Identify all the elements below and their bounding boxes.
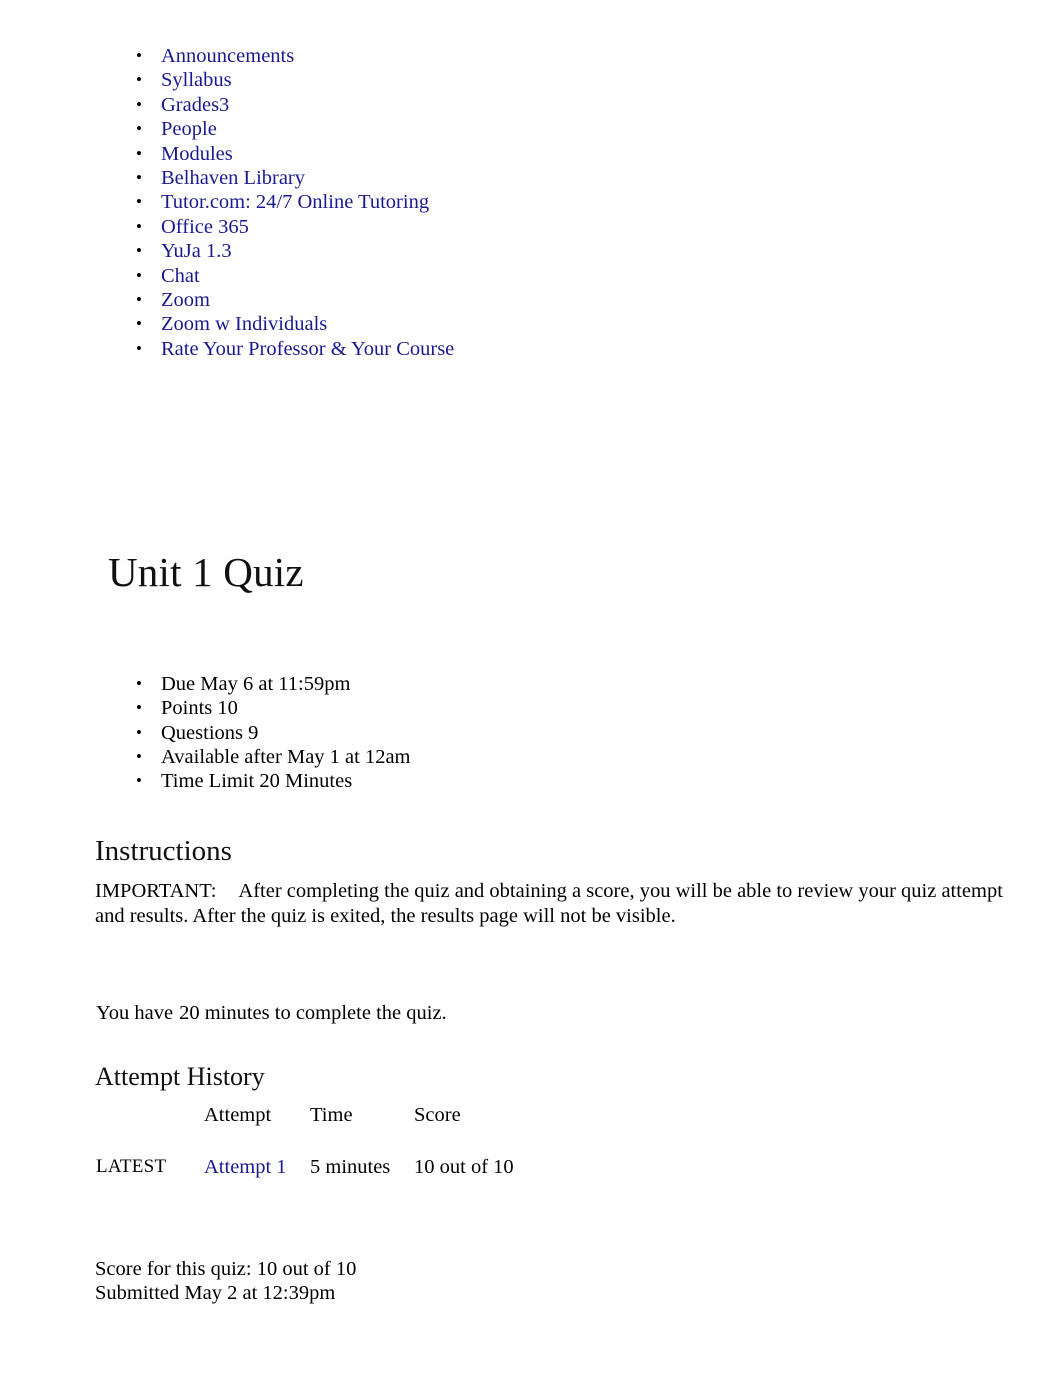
page-title: Unit 1 Quiz	[108, 549, 304, 595]
quiz-submitted-line: Submitted May 2 at 12:39pm	[95, 1282, 336, 1304]
time-limit-note: You have 20 minutes to complete the quiz.	[96, 1001, 447, 1026]
attempt-table-body: LATEST Attempt 1 5 minutes 10 out of 10	[96, 1129, 574, 1181]
nav-link-rate-professor[interactable]: Rate Your Professor & Your Course	[161, 338, 454, 360]
nav-link-yuja[interactable]: YuJa 1.3	[161, 240, 232, 262]
attempt-link[interactable]: Attempt 1	[204, 1156, 287, 1178]
column-header-attempt: Attempt	[204, 1104, 272, 1126]
nav-link-office-365[interactable]: Office 365	[161, 216, 249, 238]
quiz-meta-time-limit: Time Limit 20 Minutes	[96, 769, 796, 794]
spacer-cell-4	[414, 1129, 574, 1153]
attempt-history-heading: Attempt History	[95, 1062, 265, 1091]
nav-item-office-365[interactable]: Office 365	[96, 215, 796, 240]
spacer-cell-3	[310, 1129, 414, 1153]
nav-item-modules[interactable]: Modules	[96, 142, 796, 167]
instructions-heading: Instructions	[95, 835, 232, 867]
table-row: LATEST Attempt 1 5 minutes 10 out of 10	[96, 1153, 574, 1181]
nav-item-chat[interactable]: Chat	[96, 264, 796, 289]
time-note-suffix: to complete the quiz.	[274, 1002, 447, 1024]
quiz-result-summary: Score for this quiz: 10 out of 10 Submit…	[95, 1257, 356, 1305]
quiz-score-line: Score for this quiz: 10 out of 10	[95, 1258, 357, 1280]
quiz-meta-due: Due May 6 at 11:59pm	[96, 672, 796, 697]
nav-link-chat[interactable]: Chat	[161, 265, 200, 287]
quiz-meta-questions: Questions 9	[96, 721, 796, 746]
nav-link-zoom-individuals[interactable]: Zoom w Individuals	[161, 313, 327, 335]
nav-link-announcements[interactable]: Announcements	[161, 45, 294, 67]
nav-item-grades[interactable]: Grades3	[96, 93, 796, 118]
nav-link-modules[interactable]: Modules	[161, 143, 233, 165]
nav-item-yuja[interactable]: YuJa 1.3	[96, 239, 796, 264]
attempt-kept-badge: LATEST	[96, 1156, 167, 1177]
nav-item-zoom-individuals[interactable]: Zoom w Individuals	[96, 312, 796, 337]
nav-item-syllabus[interactable]: Syllabus	[96, 68, 796, 93]
attempt-table-header-row: Attempt Time Score	[96, 1101, 574, 1129]
nav-item-people[interactable]: People	[96, 117, 796, 142]
quiz-results-page: Announcements Syllabus Grades3 People Mo…	[0, 0, 1062, 1376]
instructions-important-label: IMPORTANT:	[95, 880, 217, 902]
time-note-value: 20 minutes	[179, 1002, 270, 1024]
nav-link-grades[interactable]: Grades3	[161, 94, 229, 116]
nav-link-tutor-com[interactable]: Tutor.com: 24/7 Online Tutoring	[161, 191, 429, 213]
nav-item-announcements[interactable]: Announcements	[96, 44, 796, 69]
column-header-kept	[96, 1101, 204, 1129]
attempt-number-cell[interactable]: Attempt 1	[204, 1153, 310, 1181]
attempt-time-cell: 5 minutes	[310, 1156, 391, 1178]
time-note-prefix: You have	[96, 1002, 174, 1024]
quiz-meta-points: Points 10	[96, 696, 796, 721]
nav-link-zoom[interactable]: Zoom	[161, 289, 210, 311]
attempt-table-head: Attempt Time Score	[96, 1101, 574, 1129]
course-navigation-list: Announcements Syllabus Grades3 People Mo…	[96, 44, 796, 362]
instructions-paragraph: IMPORTANT: After completing the quiz and …	[95, 879, 1020, 928]
attempt-history-table: Attempt Time Score LATEST Attempt 1 5 mi…	[96, 1101, 574, 1181]
quiz-meta-list: Due May 6 at 11:59pm Points 10 Questions…	[96, 672, 796, 794]
nav-link-belhaven-library[interactable]: Belhaven Library	[161, 167, 305, 189]
spacer-cell-1	[96, 1129, 204, 1153]
nav-item-tutor-com[interactable]: Tutor.com: 24/7 Online Tutoring	[96, 190, 796, 215]
quiz-meta-available: Available after May 1 at 12am	[96, 745, 796, 770]
nav-item-rate-professor[interactable]: Rate Your Professor & Your Course	[96, 337, 796, 362]
spacer-cell-2	[204, 1129, 310, 1153]
nav-link-syllabus[interactable]: Syllabus	[161, 69, 232, 91]
nav-item-belhaven-library[interactable]: Belhaven Library	[96, 166, 796, 191]
nav-link-people[interactable]: People	[161, 118, 217, 140]
column-header-score: Score	[414, 1104, 461, 1126]
instructions-body-text: After completing the quiz and obtaining …	[95, 880, 1003, 927]
column-header-time: Time	[310, 1104, 353, 1126]
nav-item-zoom[interactable]: Zoom	[96, 288, 796, 313]
attempt-score-cell: 10 out of 10	[414, 1156, 514, 1178]
attempt-table-spacer-row	[96, 1129, 574, 1153]
